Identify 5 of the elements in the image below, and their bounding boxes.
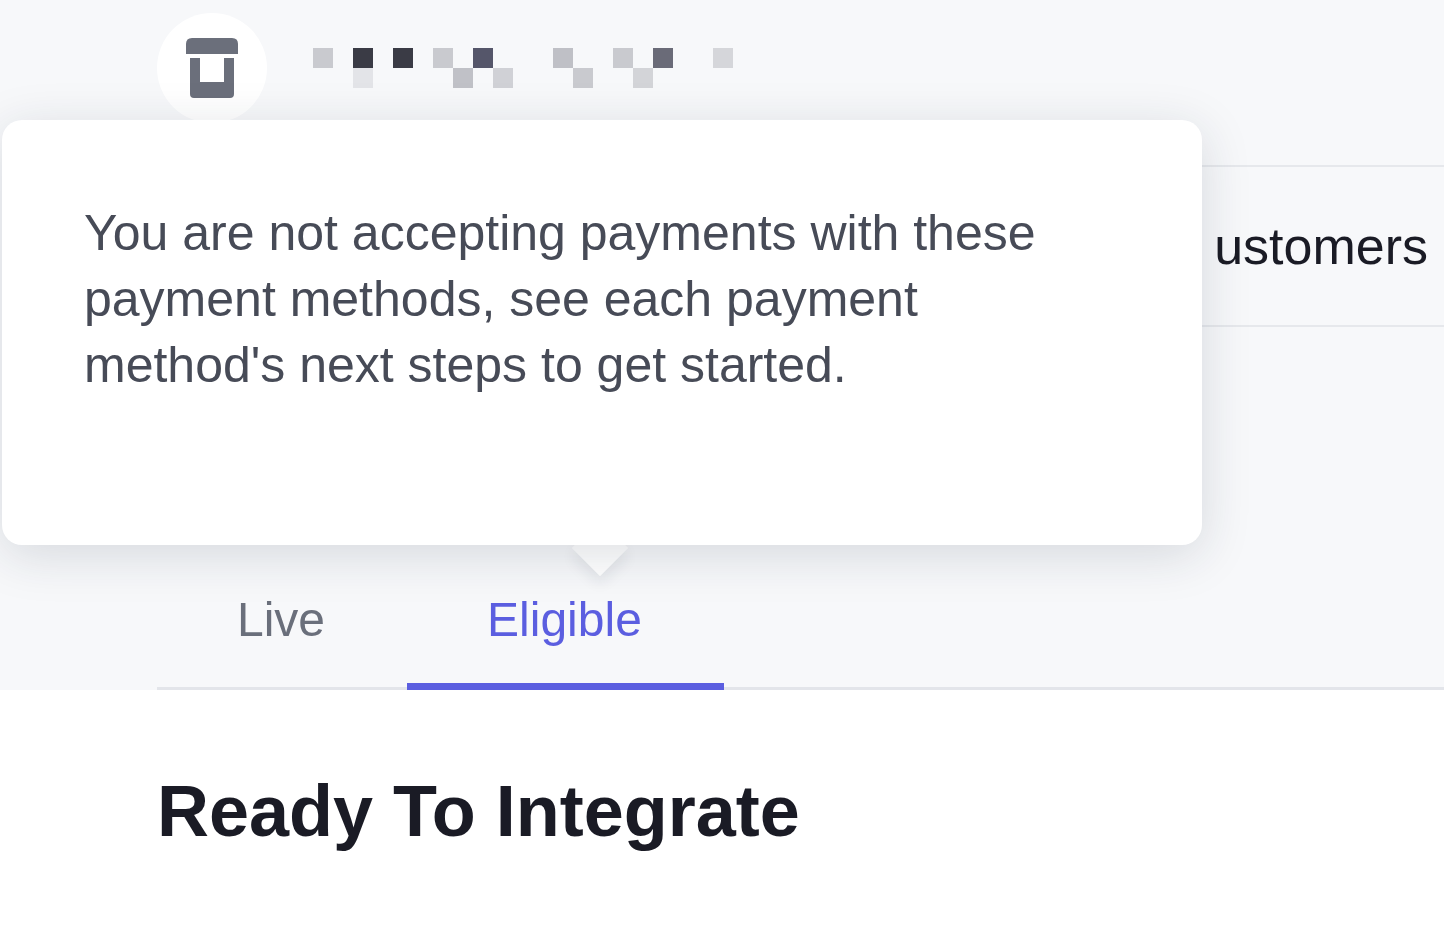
section-heading: Ready To Integrate	[157, 770, 801, 852]
nav-link[interactable]: ustomers	[1214, 216, 1428, 276]
tab[interactable]: Eligible	[407, 572, 724, 690]
tab[interactable]: Live	[157, 572, 408, 690]
tooltip-text: You are not accepting payments with these payment methods, see each payment method's next steps to get started.	[84, 204, 1037, 395]
